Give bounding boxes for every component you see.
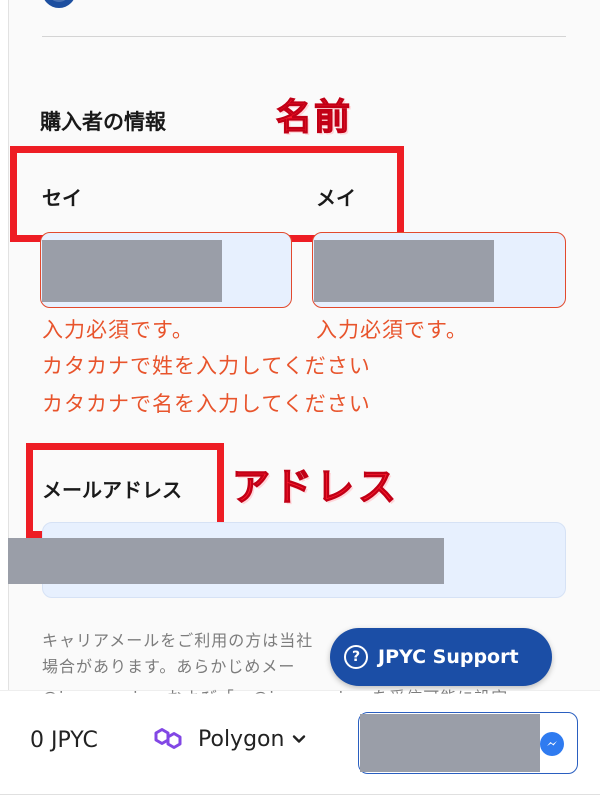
divider xyxy=(42,36,566,37)
support-button-label: JPYC Support xyxy=(378,646,519,668)
redaction-block xyxy=(8,538,444,584)
redaction-block xyxy=(42,240,222,302)
messenger-icon xyxy=(540,732,564,756)
polygon-logo-icon xyxy=(154,728,182,749)
network-label: Polygon xyxy=(198,726,285,752)
sei-label: セイ xyxy=(42,186,82,210)
support-button[interactable]: ? JPYC Support xyxy=(330,628,552,686)
mei-required-error: 入力必須です。 xyxy=(316,318,468,342)
sei-katakana-error: カタカナで姓を入力してください xyxy=(42,354,371,378)
messenger-bolt-icon xyxy=(547,741,557,746)
balance-display: 0 JPYC xyxy=(30,728,98,753)
annotation-name-label: 名前 xyxy=(275,96,353,138)
sei-required-error: 入力必須です。 xyxy=(42,318,194,342)
section-title: 購入者の情報 xyxy=(40,110,166,134)
redaction-block xyxy=(360,714,540,772)
redaction-block xyxy=(314,240,494,302)
network-selector[interactable]: Polygon xyxy=(150,724,306,754)
chevron-down-icon xyxy=(293,735,306,743)
divider xyxy=(0,794,600,795)
question-circle-icon: ? xyxy=(344,645,368,669)
mei-label: メイ xyxy=(316,186,356,210)
mei-katakana-error: カタカナで名を入力してください xyxy=(42,392,371,416)
annotation-address-label: アドレス xyxy=(231,464,401,509)
